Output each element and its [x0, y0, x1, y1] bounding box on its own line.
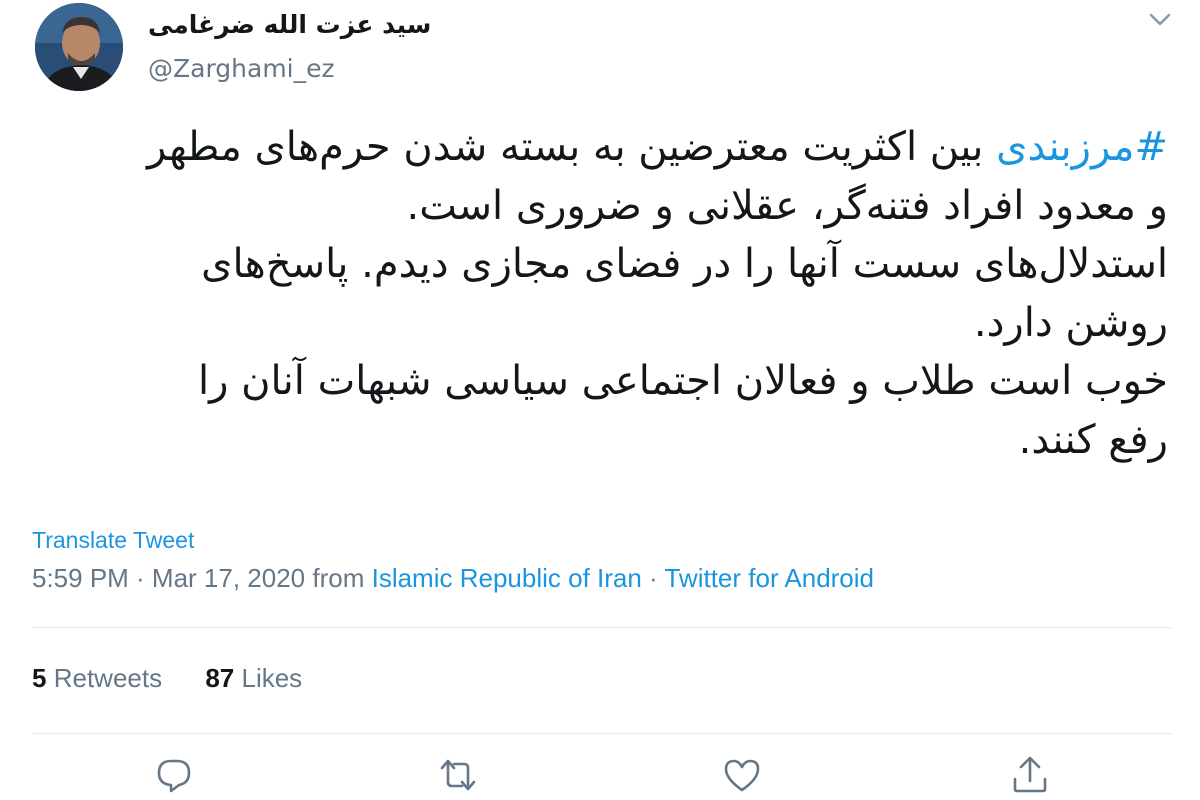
chevron-down-icon[interactable]	[1148, 10, 1172, 30]
retweets-stat[interactable]: 5 Retweets	[32, 663, 162, 693]
tweet-line: رفع کنند.	[1018, 416, 1168, 463]
tweet-metadata: 5:59 PM · Mar 17, 2020 from Islamic Repu…	[32, 563, 874, 594]
tweet-actions	[0, 755, 1200, 800]
tweet-line-text: بین اکثریت معترضین به بسته شدن حرم‌های م…	[147, 124, 997, 170]
tweet-line: #مرزبندی بین اکثریت معترضین به بسته شدن …	[28, 118, 1168, 177]
meta-separator: ·	[641, 563, 665, 593]
tweet-header: سید عزت الله ضرغامی @Zarghami_ez	[0, 0, 1200, 110]
user-handle[interactable]: @Zarghami_ez	[148, 54, 335, 83]
retweets-label: Retweets	[53, 663, 163, 693]
reply-icon[interactable]	[154, 755, 194, 795]
retweet-icon[interactable]	[438, 755, 478, 795]
likes-count: 87	[205, 663, 235, 693]
tweet-source-link[interactable]: Twitter for Android	[664, 563, 874, 593]
retweets-count: 5	[32, 663, 47, 693]
like-icon[interactable]	[722, 755, 762, 795]
avatar[interactable]	[35, 3, 123, 91]
tweet-line: خوب است طلاب و فعالان اجتماعی سیاسی شبها…	[197, 358, 1168, 404]
likes-label: Likes	[241, 663, 303, 693]
tweet-stats: 5 Retweets 87 Likes	[32, 663, 338, 694]
hashtag-link[interactable]: #مرزبندی	[996, 124, 1168, 170]
tweet-line: روشن دارد.	[973, 299, 1168, 346]
tweet-text: #مرزبندی بین اکثریت معترضین به بسته شدن …	[28, 118, 1168, 469]
tweet-line: استدلال‌های سست آنها را در فضای مجازی دی…	[201, 241, 1168, 287]
share-icon[interactable]	[1010, 755, 1050, 795]
display-name[interactable]: سید عزت الله ضرغامی	[148, 10, 431, 39]
tweet-line: و معدود افراد فتنه‌گر، عقلانی و ضروری اس…	[406, 182, 1168, 229]
divider	[32, 733, 1172, 734]
avatar-image	[35, 3, 123, 91]
translate-tweet-link[interactable]: Translate Tweet	[32, 527, 194, 554]
tweet-timestamp[interactable]: 5:59 PM · Mar 17, 2020 from	[32, 563, 372, 593]
likes-stat[interactable]: 87 Likes	[205, 663, 302, 693]
tweet-location-link[interactable]: Islamic Republic of Iran	[372, 563, 642, 593]
divider	[32, 627, 1172, 628]
